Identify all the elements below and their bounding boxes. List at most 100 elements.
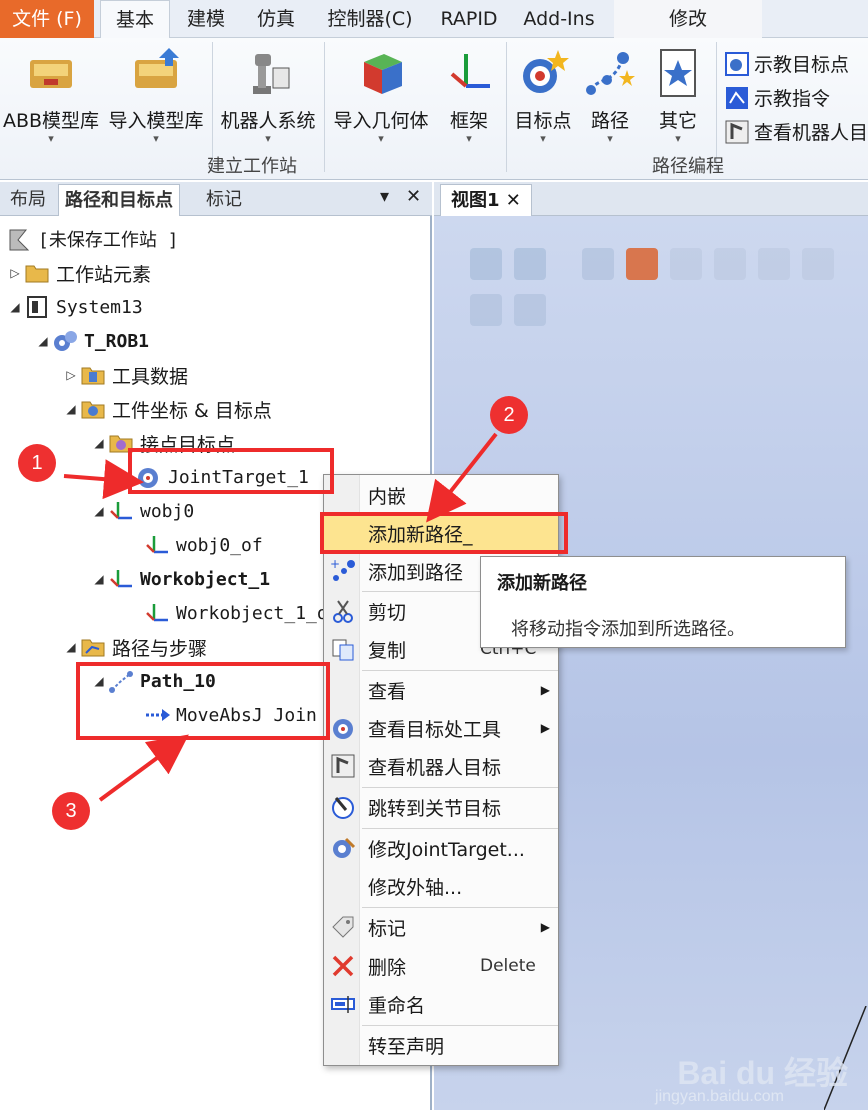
menu-item-embed[interactable]: 内嵌: [324, 477, 558, 513]
robot-target-icon: [724, 119, 750, 145]
tab-rapid[interactable]: RAPID: [434, 0, 504, 38]
import-library-icon: [129, 46, 183, 100]
document-star-icon: [651, 46, 705, 100]
menu-item-jump-to-joint-target[interactable]: 跳转到关节目标: [324, 789, 558, 825]
annotation-box-2: [320, 512, 568, 554]
collapse-icon[interactable]: ◢: [62, 402, 80, 416]
view-all-icon[interactable]: [470, 248, 502, 280]
expand-icon[interactable]: ▷: [62, 368, 80, 382]
frame-axes-icon: [144, 600, 170, 626]
tab-addins[interactable]: Add-Ins: [516, 0, 602, 38]
tool-folder-icon: [80, 362, 106, 388]
tree-item-wobj0[interactable]: ◢ wobj0: [90, 494, 194, 528]
frame-axes-icon: [144, 532, 170, 558]
menu-item-view[interactable]: 查看 ▶: [324, 672, 558, 708]
submenu-arrow-icon: ▶: [540, 920, 550, 934]
annotation-box-1: [128, 448, 334, 494]
tab-file[interactable]: 文件 (F): [0, 0, 94, 38]
tab-paths-targets[interactable]: 路径和目标点: [58, 184, 180, 216]
path-folder-icon: [80, 634, 106, 660]
tool-target-icon: [330, 715, 356, 741]
import-library-button[interactable]: 导入模型库 ▾: [104, 46, 208, 145]
watermark-url: jingyan.baidu.com: [655, 1088, 784, 1105]
annotation-badge-1: 1: [18, 444, 56, 482]
group-label-build-station: 建立工作站: [207, 156, 297, 177]
frame-axes-icon: [108, 498, 134, 524]
frame-axes-icon: [108, 566, 134, 592]
task-gears-icon: [52, 328, 78, 354]
panel-menu-button[interactable]: ▾: [380, 186, 389, 207]
tree-item-wobj0-of[interactable]: wobj0_of: [144, 528, 263, 562]
tree-item-task[interactable]: ◢ T_ROB1: [34, 324, 149, 358]
frame-button[interactable]: 框架 ▾: [438, 46, 500, 145]
teach-instruction-button[interactable]: 示教指令: [724, 84, 830, 111]
collapse-icon[interactable]: ◢: [34, 334, 52, 348]
panel-close-button[interactable]: ✕: [406, 186, 421, 207]
play-icon[interactable]: [470, 294, 502, 326]
menu-item-modify-jointtarget[interactable]: 修改JointTarget...: [324, 830, 558, 866]
frame-axes-icon: [442, 46, 496, 100]
path-button[interactable]: 路径 ▾: [582, 46, 638, 145]
robot-target-icon: [330, 753, 356, 779]
tab-layout[interactable]: 布局: [4, 184, 52, 216]
tree-item-system[interactable]: ◢ System13: [6, 290, 143, 324]
zoom-fit-icon[interactable]: [514, 248, 546, 280]
tree-item-workobject-1[interactable]: ◢ Workobject_1: [90, 562, 270, 596]
teach-target-button[interactable]: 示教目标点: [724, 50, 849, 77]
collapse-icon[interactable]: ◢: [6, 300, 24, 314]
add-to-path-icon: +: [330, 557, 356, 584]
tab-modeling[interactable]: 建模: [176, 0, 236, 38]
menu-item-view-tool-at-target[interactable]: 查看目标处工具 ▶: [324, 710, 558, 746]
tree-item-paths-procedures[interactable]: ◢ 路径与步骤: [62, 630, 207, 664]
tab-view1[interactable]: 视图1 ✕: [440, 184, 532, 216]
collapse-icon[interactable]: ◢: [90, 572, 108, 586]
tab-basic[interactable]: 基本: [100, 0, 170, 39]
annotation-badge-3: 3: [52, 792, 90, 830]
annotation-badge-2: 2: [490, 396, 528, 434]
rename-icon: [330, 991, 356, 1017]
select-group-icon[interactable]: [758, 248, 790, 280]
tab-tags[interactable]: 标记: [200, 184, 248, 216]
tree-item-station[interactable]: [未保存工作站 ]: [6, 222, 179, 256]
target-button[interactable]: 目标点 ▾: [508, 46, 578, 145]
tree-item-workobject-1-of[interactable]: Workobject_1_o: [144, 596, 328, 630]
select-mechanism-icon[interactable]: [802, 248, 834, 280]
menu-item-rename[interactable]: 重命名: [324, 986, 558, 1022]
menu-item-delete[interactable]: 删除 Delete: [324, 948, 558, 984]
tree-item-tool-data[interactable]: ▷ 工具数据: [62, 358, 188, 392]
copy-icon: [330, 636, 356, 662]
stop-icon[interactable]: [514, 294, 546, 326]
select-body-icon[interactable]: [626, 248, 658, 280]
menu-item-go-to-declaration[interactable]: 转至声明: [324, 1027, 558, 1063]
collapse-icon[interactable]: ◢: [90, 436, 108, 450]
select-part-icon[interactable]: [714, 248, 746, 280]
import-geometry-button[interactable]: 导入几何体 ▾: [328, 46, 434, 145]
tab-simulation[interactable]: 仿真: [246, 0, 306, 38]
abb-library-button[interactable]: ABB模型库 ▾: [2, 46, 100, 145]
folder-icon: [24, 260, 50, 286]
teach-target-icon: [724, 51, 750, 77]
tree-item-wobj-targets[interactable]: ◢ 工件坐标 & 目标点: [62, 392, 272, 426]
other-button[interactable]: 其它 ▾: [648, 46, 708, 145]
collapse-icon[interactable]: ◢: [62, 640, 80, 654]
jump-target-icon: [330, 794, 356, 820]
expand-icon[interactable]: ▷: [6, 266, 24, 280]
robotstudio-window: 文件 (F) 基本 建模 仿真 控制器(C) RAPID Add-Ins 修改 …: [0, 0, 868, 1110]
menu-item-view-robot-target[interactable]: 查看机器人目标: [324, 748, 558, 784]
robot-system-icon: [241, 46, 295, 100]
ribbon-tab-bar: 文件 (F) 基本 建模 仿真 控制器(C) RAPID Add-Ins 修改: [0, 0, 868, 39]
tab-modify[interactable]: 修改: [614, 0, 762, 38]
select-curve-icon[interactable]: [582, 248, 614, 280]
robot-system-button[interactable]: 机器人系统 ▾: [216, 46, 320, 145]
view-robot-target-button[interactable]: 查看机器人目: [724, 118, 868, 145]
tooltip-text: 将移动指令添加到所选路径。: [511, 619, 745, 640]
import-geometry-icon: [354, 46, 408, 100]
group-label-path-programming: 路径编程: [652, 156, 724, 177]
menu-item-tag[interactable]: 标记 ▶: [324, 909, 558, 945]
select-surface-icon[interactable]: [670, 248, 702, 280]
controller-icon: [24, 294, 50, 320]
tab-controller[interactable]: 控制器(C): [318, 0, 422, 38]
collapse-icon[interactable]: ◢: [90, 504, 108, 518]
menu-item-modify-external-axis[interactable]: 修改外轴...: [324, 868, 558, 904]
tree-item-station-elements[interactable]: ▷ 工作站元素: [6, 256, 151, 290]
